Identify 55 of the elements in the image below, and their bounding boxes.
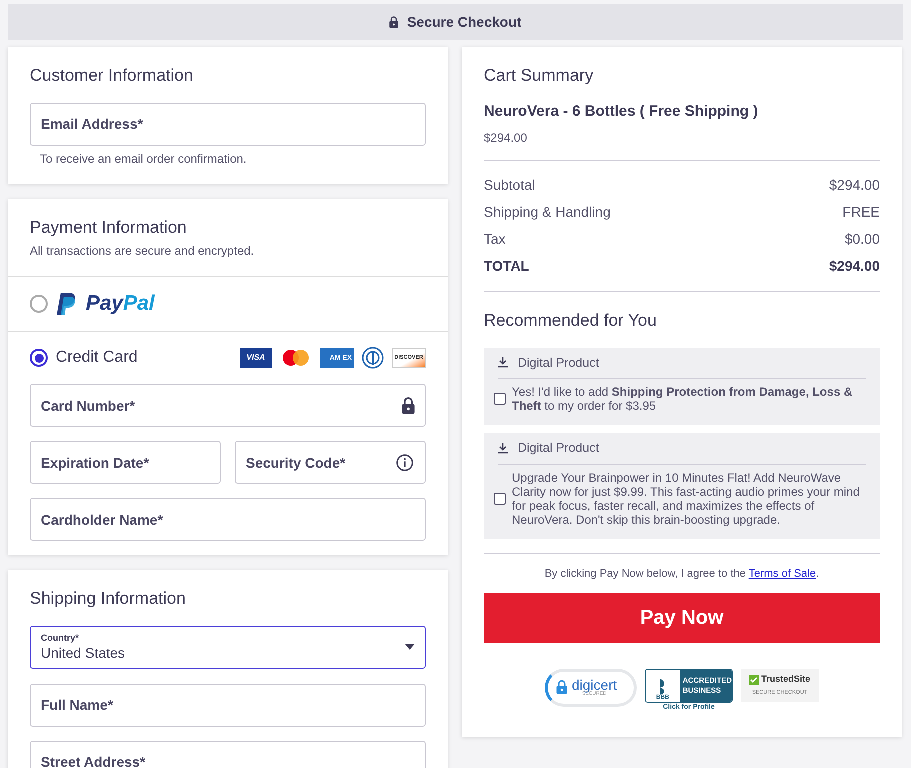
product-name: NeuroVera - 6 Bottles ( Free Shipping ) — [484, 102, 760, 122]
summary-label: Shipping & Handling — [484, 203, 611, 222]
select-label: Country* — [41, 632, 80, 644]
card-number-field[interactable]: Card Number* — [30, 384, 426, 427]
visa-logo: VISA — [240, 348, 272, 368]
caret-icon — [405, 644, 415, 650]
section-title: Recommended for You — [484, 310, 658, 332]
mastercard-logo — [280, 348, 312, 368]
text-field[interactable]: Full Name* — [30, 684, 426, 726]
checkbox[interactable] — [494, 393, 506, 406]
product-price: $294.00 — [484, 130, 528, 147]
country-select[interactable]: Country* United States — [30, 626, 426, 668]
diners-logo — [362, 347, 384, 369]
text-field[interactable]: Expiration Date* — [30, 441, 221, 484]
section-subtitle: All transactions are secure and encrypted. — [30, 243, 256, 260]
text-field[interactable]: Security Code* — [235, 441, 426, 484]
summary-value: FREE — [842, 203, 880, 222]
badge-text: digicert — [572, 678, 618, 692]
summary-value: $0.00 — [844, 230, 880, 249]
badge-text: TrustedSite — [761, 673, 810, 686]
paypal-logo-text: PayPal — [86, 291, 155, 318]
header-title: Secure Checkout — [407, 12, 522, 32]
summary-value: $294.00 — [829, 176, 880, 195]
summary-label: Tax — [484, 230, 506, 249]
offer-tag: Digital Product — [518, 354, 600, 372]
info-icon[interactable] — [396, 454, 414, 472]
summary-value: $294.00 — [829, 257, 880, 276]
offer-tag: Digital Product — [518, 439, 600, 458]
pay-now-button[interactable]: Pay Now — [484, 592, 880, 642]
offer-text: Upgrade Your Brainpower in 10 Minutes Flat! Add NeuroWave Clarity now for just $9.99. This fast-acting audio primes your mind for peak focus, faster recall, and maximizes the effects of NeuroVera. Don't skip this brain-boosting upgrade. — [512, 471, 861, 527]
section-title: Customer Information — [30, 65, 194, 87]
check-icon — [749, 674, 760, 685]
section-title: Shipping Information — [30, 588, 187, 610]
email-field[interactable]: Email Address* — [30, 102, 426, 146]
lock-icon — [389, 16, 400, 28]
agreement-text: By clicking Pay Now below, I agree to the Terms of Sale. — [544, 567, 820, 582]
download-icon — [498, 357, 508, 368]
field-hint: To receive an email order confirmation. — [40, 150, 248, 168]
radio-button[interactable] — [30, 295, 48, 313]
text-field[interactable]: Cardholder Name* — [30, 498, 426, 541]
radio-button[interactable] — [30, 349, 48, 367]
select-value: United States — [41, 644, 126, 662]
lock-icon — [556, 680, 568, 695]
terms-link[interactable]: Terms of Sale — [748, 568, 816, 580]
lock-icon — [401, 396, 416, 414]
summary-label: TOTAL — [484, 257, 530, 276]
section-title: Cart Summary — [484, 65, 595, 87]
paypal-p-icon — [56, 292, 78, 316]
section-title: Payment Information — [30, 216, 188, 238]
offer-text: Yes! I'd like to add Shipping Protection from Damage, Loss & Theft to my order for $3.95 — [512, 385, 854, 414]
download-icon — [498, 443, 508, 454]
text-field[interactable]: Street Address* — [30, 740, 426, 768]
checkbox[interactable] — [494, 493, 506, 505]
payment-option-label: Credit Card — [56, 348, 138, 368]
summary-label: Subtotal — [484, 176, 536, 195]
